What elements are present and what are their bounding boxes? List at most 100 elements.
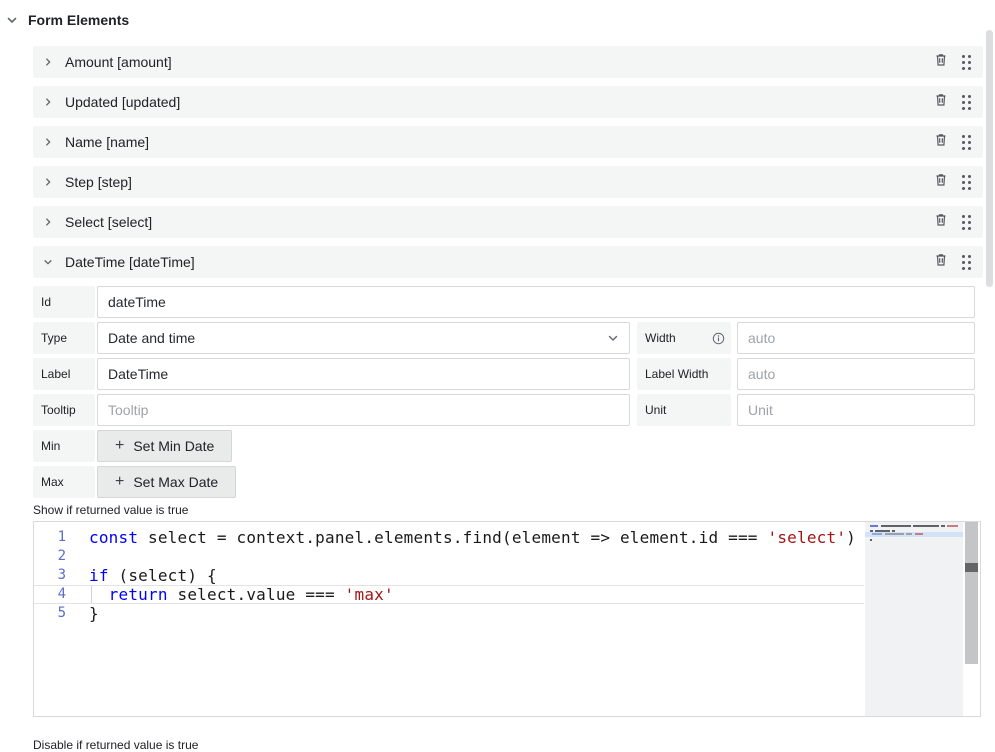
element-row-label: Updated [updated] (65, 94, 180, 110)
element-row-datetime[interactable]: DateTime [dateTime] (33, 246, 983, 278)
form-elements-list: Amount [amount] Updated [updated] Name [… (33, 46, 983, 752)
minimap-mark (881, 525, 911, 527)
minimap-mark (913, 525, 939, 527)
set-max-date-button[interactable]: + Set Max Date (97, 466, 236, 498)
minimap-mark (872, 533, 882, 535)
disable-if-label: Disable if returned value is true (33, 738, 983, 752)
element-row-name[interactable]: Name [name] (33, 126, 983, 158)
unit-label: Unit (637, 394, 731, 426)
trash-icon[interactable] (934, 212, 948, 232)
drag-handle-icon[interactable] (962, 55, 971, 70)
minimap[interactable] (865, 522, 963, 716)
width-label-cell: Width (637, 322, 731, 354)
type-label: Type (33, 322, 95, 354)
element-row-label: Amount [amount] (65, 54, 172, 70)
line-number: 5 (34, 604, 66, 623)
code-text: return select.value === 'max' (66, 585, 394, 604)
field-row-max: Max + Set Max Date (33, 466, 975, 498)
chevron-right-icon (43, 217, 53, 227)
code-text (66, 547, 89, 566)
trash-icon[interactable] (934, 52, 948, 72)
line-number: 2 (34, 547, 66, 566)
trash-icon[interactable] (934, 252, 948, 272)
max-label: Max (33, 466, 95, 498)
chevron-right-icon (43, 177, 53, 187)
show-if-label: Show if returned value is true (33, 503, 983, 517)
indent-guide (91, 586, 92, 603)
set-min-date-button[interactable]: + Set Min Date (97, 430, 232, 462)
type-select[interactable]: Date and time (97, 322, 630, 354)
element-row-updated[interactable]: Updated [updated] (33, 86, 983, 118)
chevron-down-icon (607, 332, 619, 344)
editor-overview-cursor-marker (965, 563, 978, 572)
drag-handle-icon[interactable] (962, 175, 971, 190)
chevron-right-icon (43, 57, 53, 67)
drag-handle-icon[interactable] (962, 135, 971, 150)
element-row-label: Select [select] (65, 214, 152, 230)
minimap-mark (915, 533, 923, 535)
line-number: 4 (34, 585, 66, 604)
minimap-mark (870, 525, 878, 527)
trash-icon[interactable] (934, 92, 948, 112)
drag-handle-icon[interactable] (962, 255, 971, 270)
trash-icon[interactable] (934, 132, 948, 152)
editor-scrollbar[interactable] (965, 522, 978, 664)
code-editor-lines: 1 const select = context.panel.elements.… (34, 528, 864, 623)
width-label: Width (645, 331, 676, 345)
plus-icon: + (115, 473, 124, 491)
element-row-label: Name [name] (65, 134, 149, 150)
chevron-right-icon (43, 137, 53, 147)
code-editor[interactable]: 1 const select = context.panel.elements.… (33, 521, 981, 717)
minimap-mark (885, 533, 904, 535)
set-min-date-label: Set Min Date (133, 438, 214, 454)
field-row-type-width: Type Date and time Width (33, 322, 975, 354)
field-row-id: Id (33, 286, 975, 318)
code-line: 2 (34, 547, 864, 566)
label-width-input[interactable] (737, 358, 975, 390)
label-width-label: Label Width (637, 358, 731, 390)
line-number: 3 (34, 566, 66, 585)
section-header-form-elements[interactable]: Form Elements (6, 12, 129, 28)
element-row-label: DateTime [dateTime] (65, 254, 195, 270)
label-input[interactable] (97, 358, 630, 390)
element-row-select[interactable]: Select [select] (33, 206, 983, 238)
trash-icon[interactable] (934, 172, 948, 192)
element-row-amount[interactable]: Amount [amount] (33, 46, 983, 78)
chevron-down-icon (43, 257, 53, 267)
width-input[interactable] (737, 322, 975, 354)
minimap-mark (941, 525, 945, 527)
code-line: 3 if (select) { (34, 566, 864, 585)
chevron-down-icon (6, 14, 18, 26)
set-max-date-label: Set Max Date (133, 474, 218, 490)
tooltip-label: Tooltip (33, 394, 95, 426)
code-text: const select = context.panel.elements.fi… (66, 528, 856, 547)
field-row-label-labelwidth: Label Label Width (33, 358, 975, 390)
id-input[interactable] (97, 286, 975, 318)
type-select-value: Date and time (108, 330, 195, 346)
drag-handle-icon[interactable] (962, 215, 971, 230)
code-text: } (66, 604, 99, 623)
minimap-mark (947, 525, 958, 527)
section-title: Form Elements (28, 12, 129, 28)
field-row-min: Min + Set Min Date (33, 430, 975, 462)
minimap-mark (870, 539, 872, 541)
id-label: Id (33, 286, 95, 318)
code-line: 1 const select = context.panel.elements.… (34, 528, 864, 547)
tooltip-input[interactable] (97, 394, 630, 426)
info-circle-icon[interactable] (712, 332, 725, 345)
chevron-right-icon (43, 97, 53, 107)
line-number: 1 (34, 528, 66, 547)
page-scrollbar[interactable] (986, 30, 993, 287)
code-line: 5 } (34, 604, 864, 623)
element-row-step[interactable]: Step [step] (33, 166, 983, 198)
plus-icon: + (115, 437, 124, 455)
field-row-tooltip-unit: Tooltip Unit (33, 394, 975, 426)
label-label: Label (33, 358, 95, 390)
minimap-mark (906, 533, 912, 535)
min-label: Min (33, 430, 95, 462)
drag-handle-icon[interactable] (962, 95, 971, 110)
element-row-label: Step [step] (65, 174, 132, 190)
code-line-current: 4 return select.value === 'max' (34, 585, 864, 604)
unit-input[interactable] (737, 394, 975, 426)
code-text: if (select) { (66, 566, 217, 585)
